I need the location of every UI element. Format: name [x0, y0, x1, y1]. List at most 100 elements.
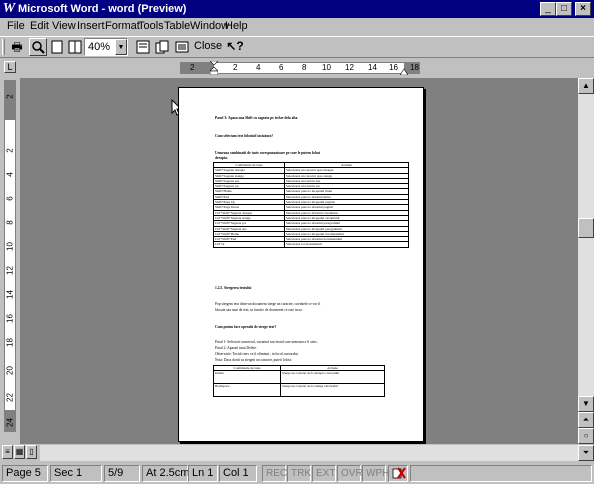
normal-view-button[interactable]: ≡: [2, 445, 13, 459]
ruler-label: 10: [5, 242, 15, 251]
menu-table[interactable]: Table: [164, 18, 190, 35]
outline-view-icon: ▦: [15, 447, 24, 456]
menu-view[interactable]: View: [52, 18, 76, 35]
multiple-pages-button[interactable]: [66, 38, 84, 56]
select-browse-object-button[interactable]: ○: [578, 428, 594, 444]
word-icon[interactable]: W: [2, 1, 16, 17]
magnifier-icon: [32, 41, 45, 54]
ruler-label: 16: [5, 314, 15, 323]
indent-marker-icon[interactable]: [209, 60, 219, 76]
outline-view-button[interactable]: ▦: [14, 445, 25, 459]
status-section: Sec 1: [50, 465, 102, 482]
ruler-label: 22: [5, 393, 15, 402]
ruler-label: 12: [345, 63, 354, 72]
menu-file[interactable]: File: [7, 18, 25, 35]
shrink-to-fit-icon: [155, 40, 169, 54]
view-ruler-button[interactable]: [134, 38, 152, 56]
doc-text: Cum selectam text folosind tastatura?: [215, 134, 274, 138]
minimize-button[interactable]: _: [540, 2, 556, 16]
browse-object-icon: ○: [583, 431, 589, 440]
doc-text: Pasul 3: Apasa una Shift cu sageata pe t…: [215, 116, 298, 120]
doc-text: Pasul 1: Selectati caracterul, cuvantul …: [215, 340, 318, 344]
one-page-icon: [51, 40, 63, 54]
doc-text: Cum putem face operatii de sterge text?: [215, 325, 277, 329]
minimize-icon: _: [545, 3, 551, 14]
vertical-ruler[interactable]: [4, 80, 16, 432]
ruler-label: 2: [190, 63, 195, 72]
table-row: Delete Sterge un caracter de la dreapta c…: [213, 370, 385, 385]
one-page-button[interactable]: [48, 38, 66, 56]
ruler-left-margin: [180, 62, 214, 74]
maximize-button[interactable]: □: [556, 2, 572, 16]
table-row: Backspace Sterge un caracter de la stanga…: [213, 383, 385, 398]
document-page[interactable]: Pasul 3: Apasa una Shift cu sageata pe t…: [178, 87, 424, 442]
zoom-select[interactable]: 40% ▼: [84, 38, 128, 56]
scroll-up-button[interactable]: ▲: [578, 78, 594, 94]
status-wph[interactable]: WPH: [362, 465, 389, 482]
shrink-to-fit-button[interactable]: [153, 38, 171, 56]
spelling-status-icon: [392, 467, 406, 479]
menu-format[interactable]: Format: [105, 18, 140, 35]
ruler-label: 4: [256, 63, 261, 72]
menu-insert[interactable]: Insert: [77, 18, 105, 35]
magnifier-button[interactable]: [29, 38, 47, 56]
ruler-label: 2: [5, 148, 15, 153]
spelling-status-button[interactable]: [388, 465, 408, 482]
page-layout-view-button[interactable]: ▯: [26, 445, 37, 459]
context-help-icon[interactable]: ↖?: [226, 38, 244, 56]
print-button[interactable]: 🖶: [8, 38, 26, 56]
menu-bar: File Edit View Insert Format Tools Table…: [0, 18, 594, 35]
scroll-down-button[interactable]: ▼: [578, 396, 594, 412]
toolbar-grip[interactable]: [2, 39, 5, 55]
status-rec[interactable]: REC: [262, 465, 287, 482]
normal-view-icon: ≡: [5, 447, 10, 456]
status-ovr[interactable]: OVR: [337, 465, 363, 482]
close-preview-button[interactable]: Close: [194, 38, 222, 56]
vertical-scroll-thumb[interactable]: [578, 218, 594, 238]
next-page-button[interactable]: ⏷: [578, 445, 594, 461]
ruler-label: 8: [302, 63, 307, 72]
ruler-label: 2: [5, 94, 15, 99]
doc-section-heading: 1.2.5. Stergerea textului: [215, 286, 252, 290]
arrow-down-icon: ▼: [582, 399, 590, 408]
status-trk[interactable]: TRK: [287, 465, 311, 482]
ruler-label: 2: [233, 63, 238, 72]
double-up-icon: ⏶: [582, 415, 590, 424]
status-column: Col 1: [219, 465, 257, 482]
horizontal-scrollbar[interactable]: [40, 445, 578, 461]
horizontal-scroll-area: ≡ ▦ ▯ ⏷: [0, 444, 594, 462]
ruler-label: 6: [5, 196, 15, 201]
status-page-count: 5/9: [104, 465, 140, 482]
status-page: Page 5: [2, 465, 48, 482]
status-ext[interactable]: EXT: [312, 465, 336, 482]
right-indent-marker-icon[interactable]: [399, 66, 409, 76]
status-at: At 2.5cm: [142, 465, 189, 482]
menu-edit[interactable]: Edit: [30, 18, 49, 35]
table-row: Ctrl+A Selecteaza tot documentul: [213, 241, 409, 248]
vertical-scrollbar[interactable]: ▲ ▼ ⏶ ○: [578, 78, 594, 444]
table-cell: Selecteaza tot documentul: [284, 241, 409, 248]
previous-page-button[interactable]: ⏶: [578, 412, 594, 428]
menu-window[interactable]: Window: [190, 18, 229, 35]
doc-text: Urmeaza combinatii de taste corespunzato…: [215, 151, 321, 155]
ruler-label: 4: [5, 172, 15, 177]
ruler-label: 14: [368, 63, 377, 72]
ruler-label: 24: [5, 418, 15, 427]
tab-selector-button[interactable]: L: [4, 61, 16, 73]
status-line: Ln 1: [188, 465, 218, 482]
doc-text: Pasul 2: Apasati tasta Delete.: [215, 346, 257, 350]
table-cell: Backspace: [213, 383, 281, 398]
delete-keys-table: Combinatie de taste Actiune Delete Sterge…: [213, 364, 385, 398]
doc-text: blocate sau sunt de text, in functie de …: [215, 308, 303, 312]
chevron-down-icon[interactable]: ▼: [115, 39, 127, 55]
doc-text: Nota: Daca doriti sa stergeti un caracte…: [215, 358, 292, 362]
ruler-label: 16: [389, 63, 398, 72]
maximize-icon: □: [560, 3, 568, 14]
window-title: Microsoft Word - word (Preview): [18, 3, 187, 15]
full-screen-button[interactable]: [173, 38, 191, 56]
close-window-button[interactable]: ×: [575, 2, 591, 16]
shortcut-table: Combinatie de taste Actiune Shift+Sageat…: [213, 161, 409, 248]
arrow-up-icon: ▲: [582, 81, 590, 90]
menu-tools[interactable]: Tools: [138, 18, 164, 35]
menu-help[interactable]: Help: [225, 18, 248, 35]
